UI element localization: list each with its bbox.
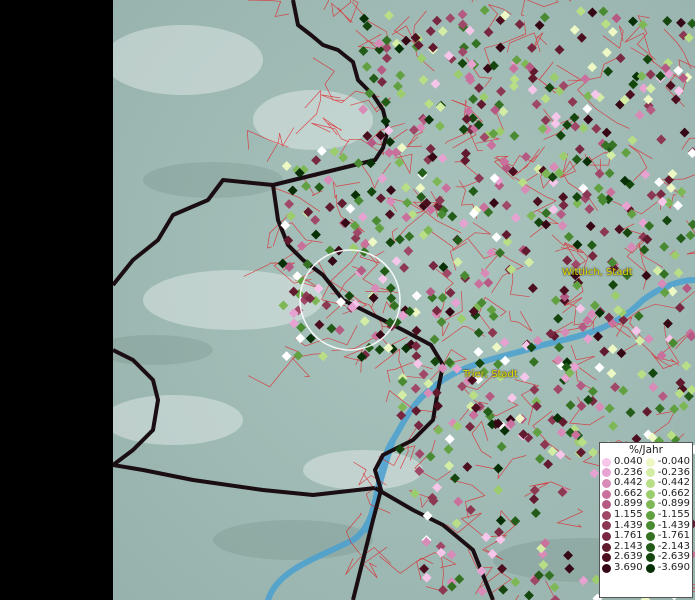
legend-label: -3.690 (657, 561, 690, 573)
legend-label: -0.040 (657, 456, 690, 467)
legend-swatch (645, 468, 655, 478)
legend-swatch (645, 510, 655, 520)
legend-swatch (602, 553, 611, 563)
legend-entry: 3.690 (602, 561, 643, 574)
place-label-wittlich: Wittlich, Stadt (562, 267, 633, 278)
legend-entry: 0.040 (602, 456, 643, 468)
legend-label: 1.155 (614, 508, 643, 520)
legend-swatch (602, 489, 611, 499)
legend-swatch (645, 489, 655, 499)
legend-swatch (645, 500, 655, 510)
place-label-trier: Trier, Stadt (463, 369, 518, 380)
legend-swatch (645, 542, 655, 552)
legend-swatch (602, 500, 611, 510)
legend-swatch (645, 521, 655, 531)
legend-entry: -3.690 (645, 561, 690, 574)
legend-entry: -1.155 (645, 508, 690, 521)
legend-swatch (602, 521, 611, 531)
legend-swatch (645, 531, 655, 541)
legend-entry: 1.155 (602, 508, 643, 521)
legend-swatch (645, 553, 655, 563)
legend-swatch (602, 563, 611, 573)
legend-swatch (602, 542, 611, 552)
legend-label: -1.155 (657, 508, 690, 520)
legend-swatch (602, 468, 611, 478)
legend-swatch (645, 563, 655, 573)
legend-swatch (602, 531, 611, 541)
legend-positive-column: 0.040 0.236 0.442 0.662 0.899 1.155 1.439 1.761… (602, 456, 643, 574)
legend-swatch (645, 457, 655, 467)
legend-negative-column: -0.040 -0.236 -0.442 -0.662 -0.899 -1.155 -1.4… (645, 456, 690, 574)
legend-swatch (602, 510, 611, 520)
legend-swatch (645, 478, 655, 488)
legend-swatch (602, 478, 611, 488)
legend-entry: -0.040 (645, 456, 690, 468)
legend-label: 3.690 (614, 561, 643, 573)
legend-label: 0.040 (614, 456, 643, 467)
legend: %/Jahr 0.040 0.236 0.442 0.662 0.899 1.155 1.4… (599, 442, 693, 598)
legend-swatch (602, 457, 611, 467)
